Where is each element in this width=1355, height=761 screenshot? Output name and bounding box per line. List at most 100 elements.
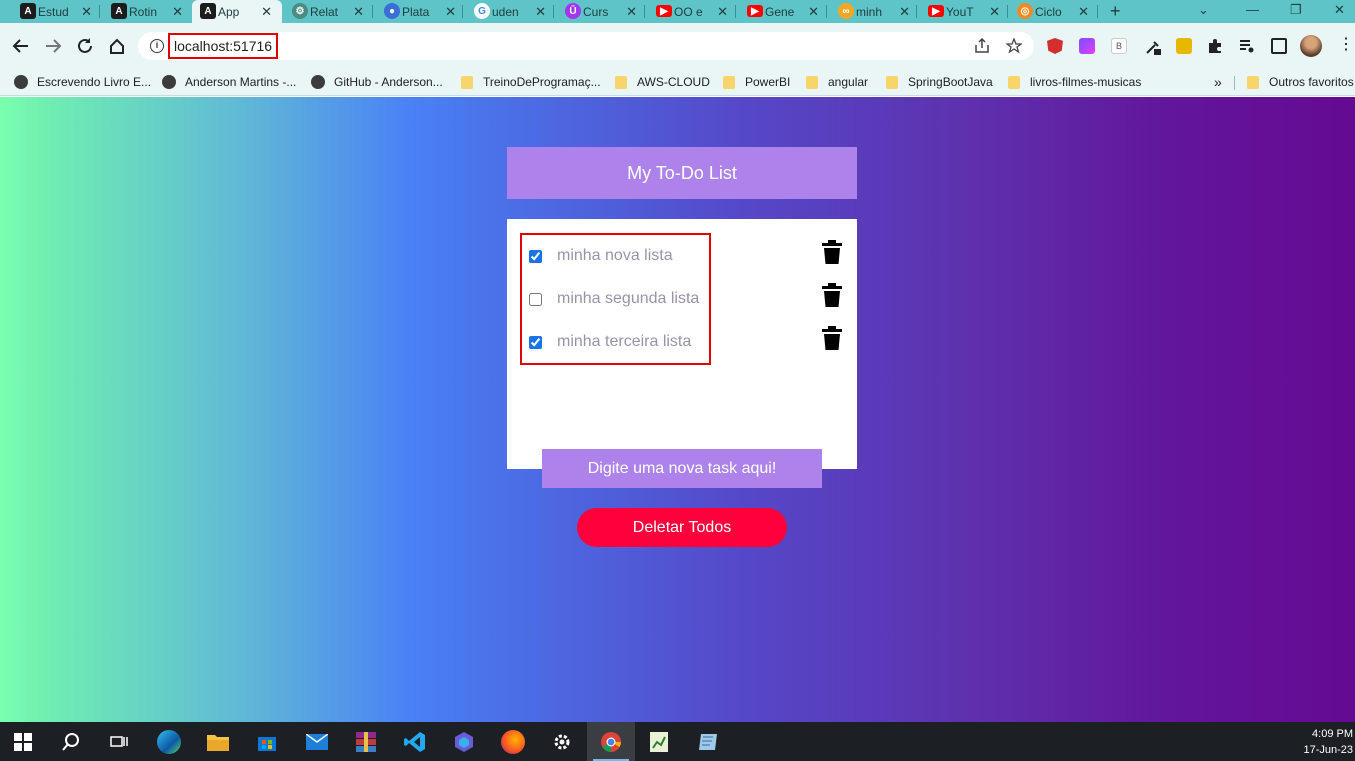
extensions-puzzle-icon[interactable] — [1207, 38, 1223, 54]
close-icon[interactable]: ✕ — [535, 4, 546, 20]
tab-label: Gene — [765, 4, 795, 19]
angular-devtools-icon[interactable] — [1047, 38, 1063, 54]
extension-icon[interactable] — [1079, 38, 1095, 54]
folder-icon — [723, 75, 735, 89]
mail-icon[interactable] — [305, 730, 329, 754]
bookmark-1[interactable]: Anderson Martins -... — [162, 69, 296, 95]
notes-app-icon[interactable] — [696, 730, 720, 754]
trash-icon[interactable] — [822, 240, 842, 269]
bookmark-0[interactable]: Escrevendo Livro E... — [14, 69, 151, 95]
close-icon[interactable]: ✕ — [899, 4, 910, 20]
youtube-icon: ▶ — [656, 5, 672, 17]
firefox-icon[interactable] — [501, 730, 525, 754]
profile-avatar[interactable] — [1300, 35, 1322, 57]
minimize-icon[interactable]: — — [1246, 2, 1259, 17]
tab-7[interactable]: ▶ OO e ✕ — [656, 0, 728, 23]
site-info-icon[interactable]: i — [150, 39, 164, 53]
vscode-icon[interactable] — [403, 730, 427, 754]
menu-icon[interactable]: ⋮ — [1338, 37, 1354, 54]
tab-4[interactable]: ● Plata ✕ — [384, 0, 456, 23]
notepad-chart-icon[interactable] — [647, 730, 671, 754]
eyedropper-icon[interactable] — [1144, 38, 1161, 55]
trash-icon[interactable] — [822, 283, 842, 312]
folder-icon — [615, 75, 627, 89]
extension-b-icon[interactable]: B — [1111, 38, 1127, 54]
share-icon[interactable] — [974, 37, 990, 59]
tab-9[interactable]: ∞ minh ✕ — [838, 0, 910, 23]
url-text[interactable]: localhost:51716 — [168, 33, 279, 59]
other-bookmarks[interactable]: Outros favoritos — [1247, 69, 1354, 95]
new-task-button[interactable]: Digite uma nova task aqui! — [542, 449, 822, 488]
task-checkbox[interactable] — [529, 292, 542, 306]
chrome-icon[interactable] — [599, 730, 623, 754]
close-icon[interactable]: ✕ — [261, 4, 272, 20]
side-panel-icon[interactable] — [1271, 38, 1287, 54]
tab-separator — [916, 5, 917, 18]
close-icon[interactable]: ✕ — [1078, 4, 1089, 20]
back-icon[interactable] — [10, 35, 32, 57]
bookmark-8[interactable]: livros-filmes-musicas — [1008, 69, 1141, 95]
bookmark-label: PowerBI — [745, 75, 791, 89]
close-icon[interactable]: ✕ — [717, 4, 728, 20]
bookmark-7[interactable]: SpringBootJava — [886, 69, 993, 95]
close-icon[interactable]: ✕ — [626, 4, 637, 20]
new-tab-button[interactable]: + — [1110, 1, 1121, 22]
copilot-icon[interactable] — [452, 730, 476, 754]
settings-gear-icon[interactable] — [550, 730, 574, 754]
clock-date: 17-Jun-23 — [1303, 744, 1353, 756]
tab-label: Estud — [38, 4, 69, 19]
winrar-icon[interactable] — [354, 730, 378, 754]
search-icon[interactable] — [59, 730, 83, 754]
bookmark-5[interactable]: PowerBI — [723, 69, 790, 95]
task-checkbox[interactable] — [529, 249, 542, 263]
tab-2-active[interactable]: A App ✕ — [192, 0, 282, 23]
ciclo-icon: ◎ — [1017, 3, 1033, 19]
tab-0[interactable]: A Estud ✕ — [20, 0, 92, 23]
media-control-icon[interactable] — [1239, 38, 1255, 54]
more-bookmarks-button[interactable]: » — [1214, 69, 1222, 95]
close-icon[interactable]: ✕ — [353, 4, 364, 20]
tab-10[interactable]: ▶ YouT ✕ — [928, 0, 1000, 23]
bookmark-6[interactable]: angular — [806, 69, 868, 95]
system-clock[interactable]: 4:09 PM 17-Jun-23 — [1303, 726, 1353, 758]
windows-start-icon[interactable] — [11, 730, 35, 754]
tab-6[interactable]: Ū Curs ✕ — [565, 0, 637, 23]
tab-search-icon[interactable]: ⌄ — [1198, 2, 1209, 18]
forward-icon[interactable] — [42, 35, 64, 57]
edge-icon[interactable] — [157, 730, 181, 754]
address-bar[interactable]: i localhost:51716 — [138, 32, 1034, 60]
bookmark-label: Anderson Martins -... — [185, 75, 297, 89]
task-view-icon[interactable] — [107, 730, 131, 754]
close-icon[interactable]: ✕ — [808, 4, 819, 20]
extension-folder-icon[interactable] — [1176, 38, 1192, 54]
tab-1[interactable]: A Rotin ✕ — [111, 0, 183, 23]
bookmark-4[interactable]: AWS-CLOUD — [615, 69, 710, 95]
tab-strip: A Estud ✕ A Rotin ✕ A App ✕ ⚙ Relat ✕ ● … — [0, 0, 1355, 23]
bookmark-star-icon[interactable] — [1005, 37, 1023, 59]
tab-11[interactable]: ◎ Ciclo ✕ — [1017, 0, 1089, 23]
bookmark-label: Escrevendo Livro E... — [37, 75, 152, 89]
tab-label: Relat — [310, 4, 339, 19]
task-checkbox[interactable] — [529, 335, 542, 349]
browser-toolbar: i localhost:51716 B ⋮ — [0, 23, 1355, 69]
tab-8[interactable]: ▶ Gene ✕ — [747, 0, 819, 23]
task-label: minha nova lista — [557, 247, 673, 264]
restore-icon[interactable]: ❐ — [1290, 2, 1302, 18]
window-close-icon[interactable]: ✕ — [1334, 2, 1345, 18]
bookmark-label: TreinoDeProgramaç... — [483, 75, 601, 89]
close-icon[interactable]: ✕ — [81, 4, 92, 20]
file-explorer-icon[interactable] — [206, 730, 230, 754]
tab-3[interactable]: ⚙ Relat ✕ — [292, 0, 364, 23]
clock-time: 4:09 PM — [1312, 728, 1353, 740]
reload-icon[interactable] — [74, 35, 96, 57]
store-icon[interactable] — [255, 730, 279, 754]
tab-5[interactable]: G uden ✕ — [474, 0, 546, 23]
home-icon[interactable] — [106, 35, 128, 57]
close-icon[interactable]: ✕ — [172, 4, 183, 20]
bookmark-2[interactable]: GitHub - Anderson... — [311, 69, 443, 95]
delete-all-button[interactable]: Deletar Todos — [577, 508, 787, 547]
bookmark-3[interactable]: TreinoDeProgramaç... — [461, 69, 601, 95]
close-icon[interactable]: ✕ — [445, 4, 456, 20]
trash-icon[interactable] — [822, 326, 842, 355]
close-icon[interactable]: ✕ — [989, 4, 1000, 20]
